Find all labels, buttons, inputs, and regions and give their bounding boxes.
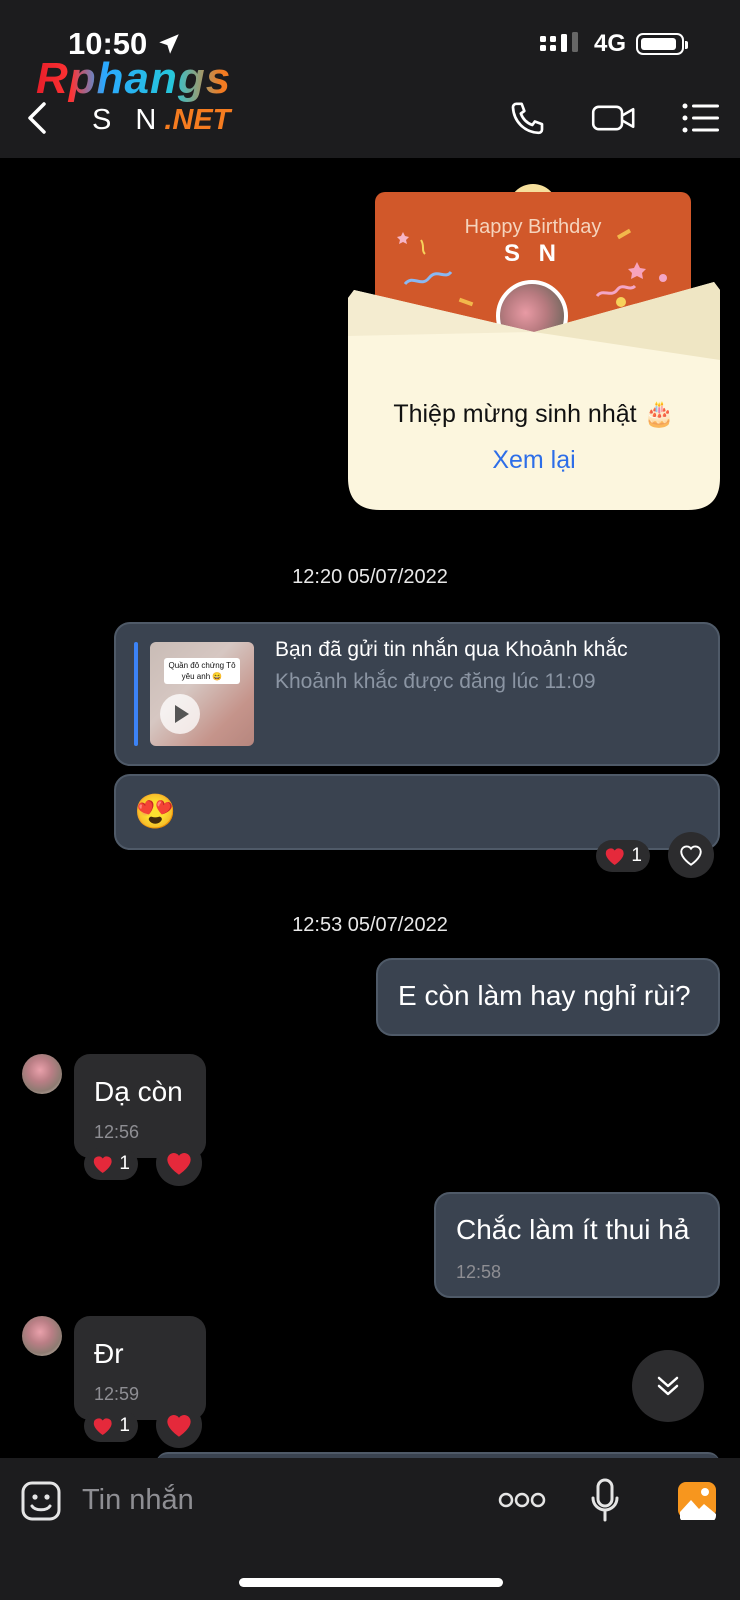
- message-text: E còn làm hay nghỉ rùi?: [398, 980, 691, 1011]
- watermark-logo: Rphangs: [36, 54, 232, 103]
- moment-thumbnail[interactable]: Quần đô chứng Tô yêu anh 😄: [150, 642, 254, 746]
- message-time: 12:59: [94, 1384, 140, 1404]
- react-button[interactable]: [668, 832, 714, 878]
- heart-icon: [93, 1418, 112, 1435]
- reaction-summary[interactable]: 1: [84, 1148, 138, 1180]
- back-chevron-icon[interactable]: [24, 100, 50, 136]
- network-type: 4G: [593, 30, 626, 57]
- message-time: 12:56: [94, 1122, 140, 1142]
- outgoing-message[interactable]: E còn làm hay nghỉ rùi?: [376, 958, 720, 1036]
- more-options-icon[interactable]: [498, 1490, 546, 1510]
- battery-icon: [636, 33, 688, 55]
- home-indicator: [239, 1578, 503, 1587]
- message-text: Đr: [94, 1338, 124, 1369]
- birthday-card-label: Thiệp mừng sinh nhật 🎂: [393, 400, 675, 428]
- envelope-shape: [348, 282, 720, 510]
- react-button[interactable]: [156, 1140, 202, 1186]
- double-chevron-down-icon: [657, 1376, 679, 1396]
- chat-timestamp: 12:20 05/07/2022: [292, 566, 448, 588]
- menu-list-icon[interactable]: [682, 102, 720, 134]
- gallery-image-icon[interactable]: [676, 1480, 718, 1520]
- heart-icon: [93, 1156, 112, 1173]
- reaction-count: 1: [631, 845, 642, 866]
- chat-header: 10:50 4G Rphangs S N.NET: [0, 0, 740, 158]
- emoji-message-bubble[interactable]: [114, 774, 720, 850]
- message-time: 12:58: [456, 1262, 502, 1282]
- moment-subtitle: Khoảnh khắc được đăng lúc 11:09: [275, 670, 596, 693]
- message-input[interactable]: Tin nhắn: [82, 1484, 194, 1517]
- moment-title: Bạn đã gửi tin nhắn qua Khoảnh khắc: [275, 638, 628, 661]
- logo-domain: .NET: [164, 104, 231, 136]
- message-text: Dạ còn: [94, 1076, 183, 1107]
- message-text: Chắc làm ít thui hả: [456, 1214, 690, 1245]
- status-indicators: 4G: [539, 30, 688, 58]
- heart-icon: [167, 1153, 191, 1175]
- reaction-count: 1: [119, 1415, 130, 1436]
- heart-icon: [167, 1415, 191, 1437]
- logo-letters: S N: [92, 104, 165, 136]
- signal-icon: [539, 32, 578, 52]
- contact-avatar[interactable]: [22, 1316, 62, 1356]
- review-card-link[interactable]: Xem lại: [348, 446, 720, 475]
- card-greeting: Happy Birthday: [464, 216, 602, 238]
- chat-timestamp: 12:53 05/07/2022: [292, 914, 448, 936]
- reaction-summary[interactable]: 1: [84, 1410, 138, 1442]
- contact-avatar[interactable]: [22, 1054, 62, 1094]
- video-call-icon[interactable]: [590, 98, 638, 138]
- outgoing-message[interactable]: Chắc làm ít thui hả 12:58: [434, 1192, 720, 1298]
- emoji-text: 😍: [134, 793, 177, 831]
- phone-call-icon[interactable]: [508, 98, 548, 138]
- react-button[interactable]: [156, 1402, 202, 1448]
- reaction-count: 1: [119, 1153, 130, 1174]
- heart-outline-icon: [680, 845, 702, 866]
- heart-icon: [605, 848, 624, 865]
- thumbnail-caption: Quần đô chứng Tô yêu anh 😄: [164, 658, 240, 684]
- reaction-summary[interactable]: 1: [596, 840, 650, 872]
- scroll-to-bottom-button[interactable]: [632, 1350, 704, 1422]
- watermark-logo-domain: S N.NET: [92, 104, 230, 137]
- microphone-icon[interactable]: [590, 1478, 620, 1524]
- play-icon[interactable]: [160, 694, 200, 734]
- card-recipient-name: S N: [503, 240, 562, 267]
- sticker-icon[interactable]: [20, 1480, 62, 1522]
- quote-bar: [134, 642, 138, 746]
